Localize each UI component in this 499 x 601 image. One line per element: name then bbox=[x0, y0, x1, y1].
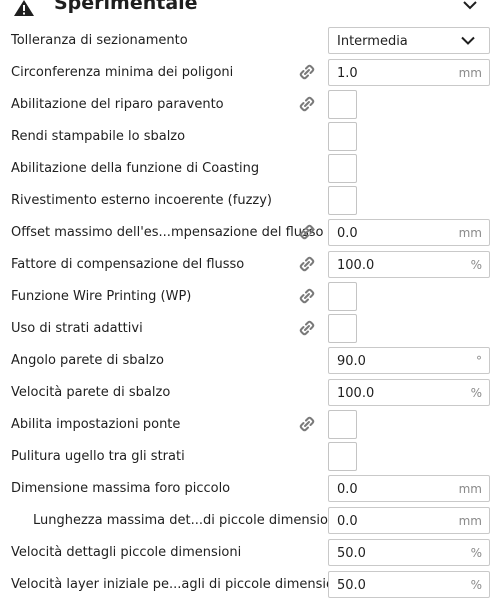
setting-unit: mm bbox=[458, 514, 482, 528]
setting-input[interactable]: 50.0% bbox=[328, 539, 490, 566]
setting-value: 0.0 bbox=[337, 226, 358, 241]
setting-label: Funzione Wire Printing (WP) bbox=[11, 289, 192, 304]
setting-checkbox[interactable] bbox=[328, 186, 357, 215]
setting-row: Dimensione massima foro piccolo 0.0 mm bbox=[0, 473, 499, 505]
setting-unit: ° bbox=[476, 354, 482, 368]
setting-row: Uso di strati adattivi bbox=[0, 313, 499, 345]
setting-value: 0.0 bbox=[337, 482, 358, 497]
setting-value: 100.0 bbox=[337, 386, 375, 401]
setting-row: Offset massimo dell'es...mpensazione del… bbox=[0, 217, 499, 249]
setting-label: Circonferenza minima dei poligoni bbox=[11, 65, 234, 80]
setting-label: Fattore di compensazione del flusso bbox=[11, 257, 245, 272]
setting-row: Rendi stampabile lo sbalzo bbox=[0, 121, 499, 153]
setting-checkbox[interactable] bbox=[328, 90, 357, 119]
setting-row: Velocità parete di sbalzo 100.0% bbox=[0, 377, 499, 409]
setting-value: 1.0 bbox=[337, 66, 358, 81]
chevron-down-icon[interactable] bbox=[462, 0, 478, 10]
setting-row: Velocità dettagli piccole dimensioni 50.0… bbox=[0, 537, 499, 569]
setting-checkbox[interactable] bbox=[328, 410, 357, 439]
setting-unit: % bbox=[470, 546, 482, 560]
setting-checkbox[interactable] bbox=[328, 282, 357, 311]
setting-label: Pulitura ugello tra gli strati bbox=[11, 449, 185, 464]
link-icon[interactable] bbox=[299, 288, 315, 304]
setting-dropdown[interactable]: Intermedia bbox=[328, 27, 490, 54]
setting-row: Velocità layer iniziale pe...agli di pic… bbox=[0, 569, 499, 601]
setting-value: 50.0 bbox=[337, 546, 366, 561]
setting-checkbox[interactable] bbox=[328, 442, 357, 471]
setting-label: Abilitazione del riparo paravento bbox=[11, 97, 224, 112]
setting-row: Abilitazione della funzione di Coasting bbox=[0, 153, 499, 185]
chevron-down-icon bbox=[461, 36, 475, 45]
setting-input[interactable]: 50.0% bbox=[328, 571, 490, 598]
setting-row: Abilitazione del riparo paravento bbox=[0, 89, 499, 121]
setting-row: Tolleranza di sezionamento Intermedia bbox=[0, 25, 499, 57]
setting-label: Lunghezza massima det...di piccole dimen… bbox=[33, 513, 340, 528]
section-title: Sperimentale bbox=[54, 0, 198, 14]
link-icon[interactable] bbox=[299, 224, 315, 240]
setting-value: Intermedia bbox=[337, 34, 408, 49]
setting-input[interactable]: 1.0 mm bbox=[328, 59, 490, 86]
setting-row: Pulitura ugello tra gli strati bbox=[0, 441, 499, 473]
setting-label: Offset massimo dell'es...mpensazione del… bbox=[11, 225, 324, 240]
setting-unit: % bbox=[470, 258, 482, 272]
setting-input[interactable]: 90.0 ° bbox=[328, 347, 490, 374]
setting-checkbox[interactable] bbox=[328, 314, 357, 343]
setting-input[interactable]: 0.0 mm bbox=[328, 507, 490, 534]
setting-row: Lunghezza massima det...di piccole dimen… bbox=[0, 505, 499, 537]
setting-row: Abilita impostazioni ponte bbox=[0, 409, 499, 441]
setting-input[interactable]: 0.0 mm bbox=[328, 475, 490, 502]
setting-label: Uso di strati adattivi bbox=[11, 321, 143, 336]
section-header-experimental[interactable]: Sperimentale bbox=[0, 0, 499, 22]
link-icon[interactable] bbox=[299, 64, 315, 80]
link-icon[interactable] bbox=[299, 256, 315, 272]
setting-unit: mm bbox=[458, 482, 482, 496]
setting-label: Rendi stampabile lo sbalzo bbox=[11, 129, 186, 144]
setting-value: 50.0 bbox=[337, 578, 366, 593]
setting-label: Tolleranza di sezionamento bbox=[11, 33, 188, 48]
setting-row: Fattore di compensazione del flusso 100.0… bbox=[0, 249, 499, 281]
setting-checkbox[interactable] bbox=[328, 122, 357, 151]
setting-value: 0.0 bbox=[337, 514, 358, 529]
link-icon[interactable] bbox=[299, 320, 315, 336]
setting-checkbox[interactable] bbox=[328, 154, 357, 183]
link-icon[interactable] bbox=[299, 96, 315, 112]
setting-row: Angolo parete di sbalzo 90.0 ° bbox=[0, 345, 499, 377]
setting-value: 90.0 bbox=[337, 354, 366, 369]
setting-label: Abilitazione della funzione di Coasting bbox=[11, 161, 260, 176]
setting-unit: % bbox=[470, 386, 482, 400]
warning-triangle-icon bbox=[14, 0, 34, 16]
setting-unit: mm bbox=[458, 226, 482, 240]
setting-row: Circonferenza minima dei poligoni 1.0 mm bbox=[0, 57, 499, 89]
setting-label: Velocità parete di sbalzo bbox=[11, 385, 171, 400]
setting-unit: % bbox=[470, 578, 482, 592]
setting-row: Funzione Wire Printing (WP) bbox=[0, 281, 499, 313]
setting-label: Dimensione massima foro piccolo bbox=[11, 481, 231, 496]
setting-unit: mm bbox=[458, 66, 482, 80]
setting-label: Velocità layer iniziale pe...agli di pic… bbox=[11, 577, 346, 592]
setting-label: Rivestimento esterno incoerente (fuzzy) bbox=[11, 193, 272, 208]
setting-row: Rivestimento esterno incoerente (fuzzy) bbox=[0, 185, 499, 217]
setting-value: 100.0 bbox=[337, 258, 375, 273]
link-icon[interactable] bbox=[299, 416, 315, 432]
setting-input[interactable]: 100.0% bbox=[328, 379, 490, 406]
setting-label: Abilita impostazioni ponte bbox=[11, 417, 181, 432]
setting-input[interactable]: 100.0% bbox=[328, 251, 490, 278]
setting-label: Angolo parete di sbalzo bbox=[11, 353, 164, 368]
setting-label: Velocità dettagli piccole dimensioni bbox=[11, 545, 242, 560]
setting-input[interactable]: 0.0 mm bbox=[328, 219, 490, 246]
